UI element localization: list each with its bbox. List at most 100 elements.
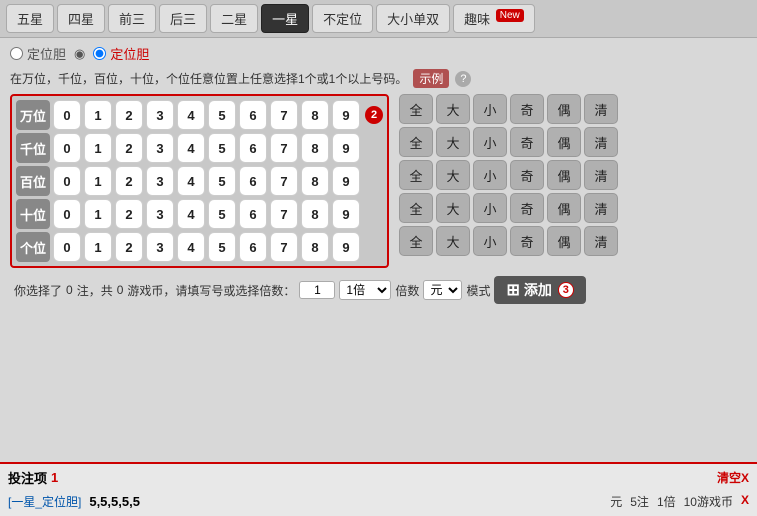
num-qianwei-8[interactable]: 8 — [301, 133, 329, 163]
example-button[interactable]: 示例 — [413, 69, 449, 88]
opt-baiwei-small[interactable]: 小 — [473, 160, 507, 190]
help-icon[interactable]: ? — [455, 71, 471, 87]
num-wanwei-3[interactable]: 3 — [146, 100, 174, 130]
tab-yixing[interactable]: 一星 — [261, 4, 309, 33]
num-gewei-5[interactable]: 5 — [208, 232, 236, 262]
currency-select[interactable]: 元 角 — [423, 280, 462, 300]
num-gewei-1[interactable]: 1 — [84, 232, 112, 262]
opt-qianwei-all[interactable]: 全 — [399, 127, 433, 157]
num-wanwei-1[interactable]: 1 — [84, 100, 112, 130]
opt-wanwei-all[interactable]: 全 — [399, 94, 433, 124]
opt-gewei-all[interactable]: 全 — [399, 226, 433, 256]
num-baiwei-1[interactable]: 1 — [84, 166, 112, 196]
num-qianwei-2[interactable]: 2 — [115, 133, 143, 163]
num-wanwei-8[interactable]: 8 — [301, 100, 329, 130]
radio-dingweidan2[interactable] — [93, 47, 106, 60]
tab-budingwei[interactable]: 不定位 — [312, 4, 373, 33]
num-shiwei-0[interactable]: 0 — [53, 199, 81, 229]
radio-dingweidan1[interactable] — [10, 47, 23, 60]
opt-qianwei-odd[interactable]: 奇 — [510, 127, 544, 157]
opt-qianwei-even[interactable]: 偶 — [547, 127, 581, 157]
num-gewei-3[interactable]: 3 — [146, 232, 174, 262]
tab-daxiodanshuang[interactable]: 大小单双 — [376, 4, 450, 33]
num-gewei-4[interactable]: 4 — [177, 232, 205, 262]
num-gewei-8[interactable]: 8 — [301, 232, 329, 262]
opt-baiwei-all[interactable]: 全 — [399, 160, 433, 190]
num-gewei-0[interactable]: 0 — [53, 232, 81, 262]
tab-wuxing[interactable]: 五星 — [6, 4, 54, 33]
opt-wanwei-odd[interactable]: 奇 — [510, 94, 544, 124]
num-gewei-9[interactable]: 9 — [332, 232, 360, 262]
num-baiwei-3[interactable]: 3 — [146, 166, 174, 196]
opt-gewei-small[interactable]: 小 — [473, 226, 507, 256]
opt-shiwei-clear[interactable]: 清 — [584, 193, 618, 223]
num-gewei-2[interactable]: 2 — [115, 232, 143, 262]
num-shiwei-1[interactable]: 1 — [84, 199, 112, 229]
num-baiwei-7[interactable]: 7 — [270, 166, 298, 196]
num-wanwei-4[interactable]: 4 — [177, 100, 205, 130]
clear-button[interactable]: 清空X — [717, 469, 749, 486]
num-gewei-6[interactable]: 6 — [239, 232, 267, 262]
radio-label-2[interactable]: 定位胆 — [93, 44, 149, 63]
opt-baiwei-clear[interactable]: 清 — [584, 160, 618, 190]
num-qianwei-5[interactable]: 5 — [208, 133, 236, 163]
opt-baiwei-odd[interactable]: 奇 — [510, 160, 544, 190]
opt-qianwei-big[interactable]: 大 — [436, 127, 470, 157]
tab-quwei[interactable]: 趣味 New — [453, 4, 535, 33]
num-shiwei-2[interactable]: 2 — [115, 199, 143, 229]
radio-label-1[interactable]: 定位胆 — [10, 44, 66, 63]
num-qianwei-3[interactable]: 3 — [146, 133, 174, 163]
opt-gewei-odd[interactable]: 奇 — [510, 226, 544, 256]
num-baiwei-4[interactable]: 4 — [177, 166, 205, 196]
num-shiwei-8[interactable]: 8 — [301, 199, 329, 229]
tab-qiansan[interactable]: 前三 — [108, 4, 156, 33]
num-baiwei-5[interactable]: 5 — [208, 166, 236, 196]
num-gewei-7[interactable]: 7 — [270, 232, 298, 262]
opt-qianwei-small[interactable]: 小 — [473, 127, 507, 157]
opt-shiwei-odd[interactable]: 奇 — [510, 193, 544, 223]
opt-shiwei-all[interactable]: 全 — [399, 193, 433, 223]
num-wanwei-2[interactable]: 2 — [115, 100, 143, 130]
num-shiwei-5[interactable]: 5 — [208, 199, 236, 229]
num-baiwei-0[interactable]: 0 — [53, 166, 81, 196]
opt-gewei-clear[interactable]: 清 — [584, 226, 618, 256]
opt-wanwei-even[interactable]: 偶 — [547, 94, 581, 124]
num-wanwei-7[interactable]: 7 — [270, 100, 298, 130]
num-wanwei-0[interactable]: 0 — [53, 100, 81, 130]
opt-wanwei-clear[interactable]: 清 — [584, 94, 618, 124]
num-baiwei-9[interactable]: 9 — [332, 166, 360, 196]
num-baiwei-8[interactable]: 8 — [301, 166, 329, 196]
opt-gewei-even[interactable]: 偶 — [547, 226, 581, 256]
opt-gewei-big[interactable]: 大 — [436, 226, 470, 256]
ticket-close[interactable]: X — [741, 493, 749, 510]
opt-shiwei-small[interactable]: 小 — [473, 193, 507, 223]
num-wanwei-5[interactable]: 5 — [208, 100, 236, 130]
opt-baiwei-even[interactable]: 偶 — [547, 160, 581, 190]
num-baiwei-2[interactable]: 2 — [115, 166, 143, 196]
add-button[interactable]: ⊞ 添加 3 — [494, 276, 585, 304]
num-wanwei-9[interactable]: 9 — [332, 100, 360, 130]
opt-shiwei-even[interactable]: 偶 — [547, 193, 581, 223]
opt-shiwei-big[interactable]: 大 — [436, 193, 470, 223]
num-shiwei-3[interactable]: 3 — [146, 199, 174, 229]
num-shiwei-7[interactable]: 7 — [270, 199, 298, 229]
num-wanwei-6[interactable]: 6 — [239, 100, 267, 130]
multiplier-input[interactable] — [299, 281, 335, 299]
num-qianwei-1[interactable]: 1 — [84, 133, 112, 163]
num-qianwei-7[interactable]: 7 — [270, 133, 298, 163]
num-shiwei-6[interactable]: 6 — [239, 199, 267, 229]
num-baiwei-6[interactable]: 6 — [239, 166, 267, 196]
opt-wanwei-small[interactable]: 小 — [473, 94, 507, 124]
num-qianwei-6[interactable]: 6 — [239, 133, 267, 163]
tab-sixing[interactable]: 四星 — [57, 4, 105, 33]
opt-wanwei-big[interactable]: 大 — [436, 94, 470, 124]
num-qianwei-4[interactable]: 4 — [177, 133, 205, 163]
num-qianwei-9[interactable]: 9 — [332, 133, 360, 163]
tab-erxing[interactable]: 二星 — [210, 4, 258, 33]
num-shiwei-4[interactable]: 4 — [177, 199, 205, 229]
opt-baiwei-big[interactable]: 大 — [436, 160, 470, 190]
opt-qianwei-clear[interactable]: 清 — [584, 127, 618, 157]
multiplier-unit-select[interactable]: 1倍 2倍 3倍 5倍 10倍 — [339, 280, 391, 300]
tab-housan[interactable]: 后三 — [159, 4, 207, 33]
num-qianwei-0[interactable]: 0 — [53, 133, 81, 163]
